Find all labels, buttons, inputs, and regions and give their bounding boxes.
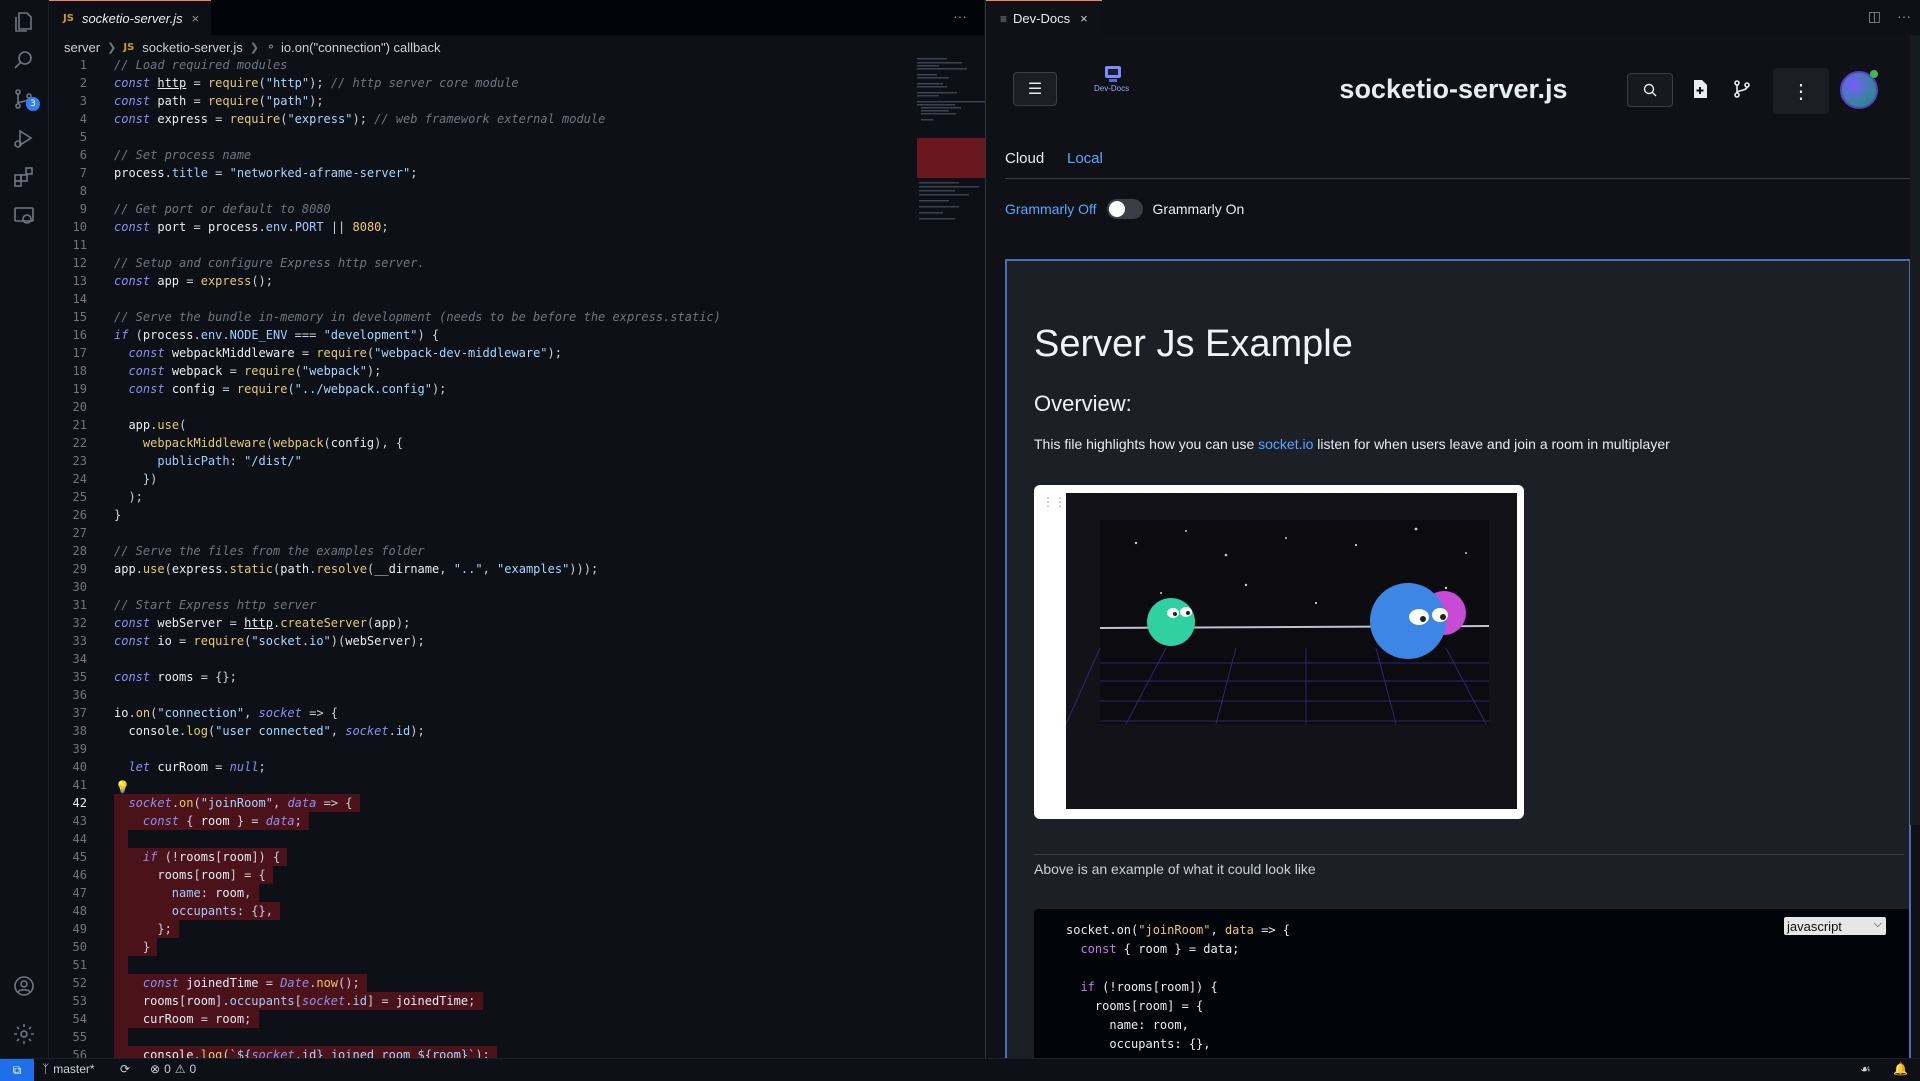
code-block-content: socket.on("joinRoom", data => { const { … xyxy=(1066,923,1290,1051)
breadcrumb-file[interactable]: socketio-server.js xyxy=(142,40,242,55)
example-image xyxy=(1065,493,1517,809)
js-file-icon: JS xyxy=(123,41,135,53)
grammarly-off-label: Grammarly Off xyxy=(1005,201,1097,217)
dev-docs-panel: ≡ Dev-Docs × ◫ ··· ☰ Dev-Docs socketio-s… xyxy=(985,0,1920,1079)
split-editor-icon[interactable]: ◫ xyxy=(1868,8,1881,25)
chevron-down-icon: ⌵ xyxy=(1873,918,1882,930)
git-branch-icon: ᛉ xyxy=(42,1062,50,1076)
doc-heading: Server Js Example xyxy=(1034,323,1353,365)
grammarly-on-label: Grammarly On xyxy=(1152,201,1245,217)
chevron-right-icon: ❯ xyxy=(249,41,259,54)
explorer-icon[interactable] xyxy=(12,10,36,34)
language-select[interactable]: javascript ⌵ xyxy=(1784,917,1886,935)
source-tabs: Cloud Local xyxy=(1005,142,1911,179)
image-caption: Above is an example of what it could loo… xyxy=(1034,854,1904,877)
extensions-icon[interactable] xyxy=(12,165,36,189)
breadcrumb: server ❯ JS socketio-server.js ❯ ⚬ io.on… xyxy=(64,36,441,58)
grammarly-toggle[interactable] xyxy=(1106,199,1143,219)
editor-tab-title: socketio-server.js xyxy=(81,10,183,26)
run-debug-icon[interactable] xyxy=(12,126,36,150)
add-file-icon[interactable] xyxy=(1689,78,1711,100)
settings-gear-icon[interactable] xyxy=(12,1022,36,1046)
code-editor: JS socketio-server.js × ··· server ❯ JS … xyxy=(49,0,1032,1058)
scm-count-badge: 3 xyxy=(26,97,40,111)
socketio-link[interactable]: socket.io xyxy=(1258,436,1313,452)
tab-cloud[interactable]: Cloud xyxy=(1005,150,1044,167)
symbol-icon: ⚬ xyxy=(265,40,276,54)
error-icon: ⊗ xyxy=(150,1062,161,1076)
more-actions-icon[interactable]: ··· xyxy=(953,8,967,24)
docs-tab-title: Dev-Docs xyxy=(1013,11,1071,26)
more-actions-icon[interactable]: ··· xyxy=(1897,8,1911,25)
breadcrumb-symbol[interactable]: io.on("connection") callback xyxy=(281,40,441,55)
live-share-icon[interactable]: ☙ xyxy=(1860,1062,1871,1076)
notifications-bell-icon[interactable]: 🔔 xyxy=(1893,1062,1908,1076)
close-icon[interactable]: × xyxy=(192,11,200,26)
search-icon[interactable] xyxy=(12,48,36,72)
docs-tab[interactable]: ≡ Dev-Docs × xyxy=(986,0,1102,36)
overview-heading: Overview: xyxy=(1034,391,1132,416)
status-bar: ⧉ ᛉ master* ⟳ ⊗ 0 ⚠ 0 ☙ 🔔 xyxy=(0,1058,1920,1081)
sync-icon[interactable]: ⟳ xyxy=(120,1062,130,1076)
search-button[interactable] xyxy=(1627,73,1673,107)
docs-header: ☰ Dev-Docs socketio-server.js ⋮ xyxy=(986,56,1920,126)
git-branch-icon[interactable] xyxy=(1731,78,1753,100)
remote-indicator-icon[interactable]: ⧉ xyxy=(0,1059,34,1081)
close-icon[interactable]: × xyxy=(1080,11,1088,26)
code-block[interactable]: javascript ⌵ socket.on("joinRoom", data =… xyxy=(1034,909,1909,1079)
docs-tab-bar: ≡ Dev-Docs × ◫ ··· xyxy=(986,0,1920,36)
online-status-dot xyxy=(1870,70,1878,78)
chevron-right-icon: ❯ xyxy=(107,41,117,54)
kebab-menu-icon[interactable]: ⋮ xyxy=(1773,68,1829,114)
activity-bar: 3 xyxy=(0,0,49,1058)
problems-indicator[interactable]: ⊗ 0 ⚠ 0 xyxy=(150,1062,196,1076)
account-icon[interactable] xyxy=(12,974,36,998)
editor-tab-socketio-server[interactable]: JS socketio-server.js × xyxy=(49,0,211,35)
preview-icon: ≡ xyxy=(1000,11,1008,26)
drag-handle-icon[interactable]: ⋮⋮ xyxy=(1042,495,1066,511)
docs-scrollbar[interactable] xyxy=(1910,35,1920,825)
search-icon xyxy=(1643,83,1657,97)
editor-tab-bar: JS socketio-server.js × ··· xyxy=(49,0,984,35)
code-area[interactable]: 1// Load required modules 2 const http = … xyxy=(49,56,984,1058)
document-editor[interactable]: Server Js Example Overview: This file hi… xyxy=(1005,259,1911,1079)
overview-paragraph: This file highlights how you can use soc… xyxy=(1034,436,1670,452)
js-file-icon: JS xyxy=(63,12,74,24)
example-image-frame: ⋮⋮ xyxy=(1034,485,1524,819)
tab-local[interactable]: Local xyxy=(1067,150,1103,167)
grammarly-toggle-row: Grammarly Off Grammarly On xyxy=(1005,198,1244,220)
remote-explorer-icon[interactable] xyxy=(12,204,36,228)
branch-indicator[interactable]: ᛉ master* xyxy=(42,1062,95,1076)
warning-icon: ⚠ xyxy=(174,1062,186,1076)
breadcrumb-folder[interactable]: server xyxy=(64,40,100,55)
